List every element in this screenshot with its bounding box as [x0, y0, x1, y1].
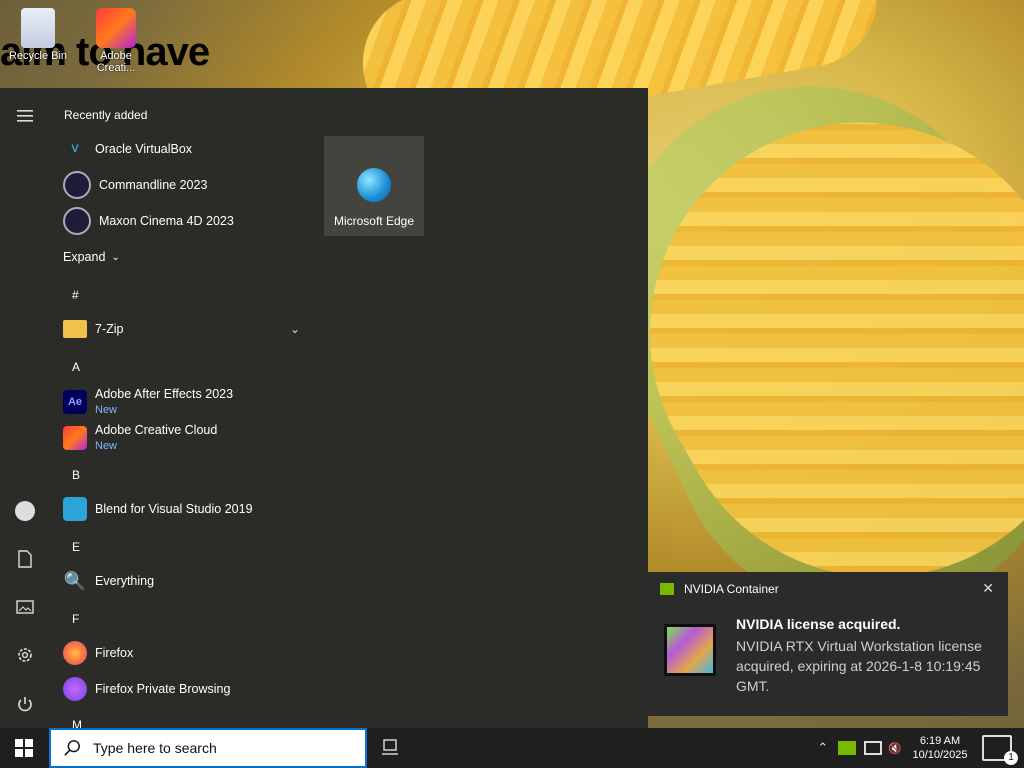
app-item-label: Commandline 2023 — [99, 178, 208, 192]
documents-button[interactable] — [13, 547, 37, 571]
toast-title: NVIDIA license acquired. — [736, 616, 901, 632]
app-item-maxon-cinema-4d-2023[interactable]: Maxon Cinema 4D 2023 — [50, 203, 310, 239]
app-item-label: Oracle VirtualBox — [95, 142, 193, 156]
desktop-icon-label: Recycle Bin — [8, 50, 68, 62]
search-icon — [64, 740, 80, 756]
toast-app-name: NVIDIA Container — [684, 582, 779, 596]
cinema4d-icon — [63, 207, 91, 235]
virtualbox-icon: V — [71, 143, 79, 155]
user-avatar-icon — [15, 501, 35, 521]
app-item-label: 7-Zip — [95, 322, 124, 336]
nvidia-toast-notification[interactable]: NVIDIA Container ✕ NVIDIA license acquir… — [648, 572, 1008, 716]
power-icon — [18, 697, 32, 712]
clock-time: 6:19 AM — [919, 735, 961, 747]
section-letter-hash[interactable]: # — [72, 288, 79, 302]
nvidia-tray-icon[interactable] — [838, 741, 857, 755]
app-item-adobe-creative-cloud[interactable]: Adobe Creative Cloud New — [50, 418, 310, 458]
app-item-label: Firefox Private Browsing — [95, 682, 231, 696]
app-item-blend-for-visual-studio-2019[interactable]: Blend for Visual Studio 2019 — [50, 491, 310, 527]
toast-body: NVIDIA RTX Virtual Workstation license a… — [736, 638, 982, 694]
user-account-button[interactable] — [13, 499, 37, 523]
app-item-label: Adobe Creative Cloud — [95, 423, 218, 437]
desktop-icon-label: Adobe Creati... — [96, 50, 136, 74]
app-item-label: Maxon Cinema 4D 2023 — [99, 214, 234, 228]
network-icon[interactable] — [864, 741, 883, 755]
volume-muted-icon[interactable]: 🔇 — [888, 742, 902, 755]
start-menu: Recently added V Oracle VirtualBox Comma… — [0, 88, 648, 732]
new-badge: New — [95, 404, 118, 416]
edge-icon — [357, 168, 391, 202]
section-letter-b[interactable]: B — [72, 468, 80, 482]
search-placeholder: Type here to search — [93, 740, 217, 756]
nvidia-chip-icon — [664, 624, 716, 676]
app-item-7-zip[interactable]: 7-Zip ⌄ — [50, 311, 300, 347]
start-button[interactable] — [0, 728, 48, 768]
app-item-oracle-virtualbox[interactable]: V Oracle VirtualBox — [50, 131, 310, 167]
start-left-rail — [0, 88, 50, 728]
creative-cloud-icon — [63, 426, 87, 450]
new-badge: New — [95, 440, 118, 452]
expand-label: Expand — [63, 250, 106, 264]
taskbar-search-box[interactable]: Type here to search — [49, 728, 367, 768]
show-hidden-icons-button[interactable]: ⌃ — [817, 740, 828, 756]
system-tray: ⌃ 🔇 6:19 AM 10/10/2025 1 — [817, 728, 1024, 768]
clock[interactable]: 6:19 AM 10/10/2025 — [910, 734, 970, 762]
hamburger-menu-button[interactable] — [13, 104, 37, 128]
notification-count-badge: 1 — [1004, 751, 1018, 765]
adobe-cloud-icon — [96, 8, 136, 48]
power-button[interactable] — [13, 692, 37, 716]
pictures-icon — [16, 600, 34, 614]
app-item-label: Everything — [95, 574, 155, 588]
app-item-adobe-after-effects-2023[interactable]: Ae Adobe After Effects 2023 New — [50, 382, 310, 422]
toast-close-button[interactable]: ✕ — [982, 580, 994, 597]
blend-icon — [63, 497, 87, 521]
settings-button[interactable] — [13, 643, 37, 667]
after-effects-icon: Ae — [63, 390, 87, 414]
clock-date: 10/10/2025 — [912, 749, 968, 761]
tile-microsoft-edge[interactable]: Microsoft Edge — [324, 136, 424, 236]
chevron-down-icon: ⌄ — [111, 251, 120, 263]
pictures-button[interactable] — [13, 595, 37, 619]
toast-header: NVIDIA Container — [660, 582, 779, 596]
taskbar: Type here to search ⌃ 🔇 6:19 AM 10/10/20… — [0, 728, 1024, 768]
app-item-firefox-private-browsing[interactable]: Firefox Private Browsing — [50, 671, 310, 707]
firefox-icon — [63, 641, 87, 665]
gear-icon — [18, 648, 32, 662]
chevron-down-icon[interactable]: ⌄ — [290, 322, 300, 336]
document-icon — [18, 550, 32, 568]
desktop-icon-adobe-creative-cloud[interactable]: Adobe Creati... — [80, 8, 152, 74]
section-letter-e[interactable]: E — [72, 540, 80, 554]
app-item-commandline-2023[interactable]: Commandline 2023 — [50, 167, 310, 203]
task-view-icon — [382, 739, 398, 755]
tile-area: Microsoft Edge — [324, 136, 424, 236]
app-item-firefox[interactable]: Firefox — [50, 635, 310, 671]
cinema4d-icon — [63, 171, 91, 199]
magnifier-icon: 🔍 — [63, 570, 87, 591]
desktop-icon-recycle-bin[interactable]: Recycle Bin — [2, 8, 74, 62]
recycle-bin-icon — [21, 8, 55, 48]
windows-logo-icon — [15, 739, 33, 757]
section-letter-a[interactable]: A — [72, 360, 80, 374]
private-browsing-icon — [63, 677, 87, 701]
recently-added-header: Recently added — [64, 108, 148, 122]
app-list: Recently added V Oracle VirtualBox Comma… — [50, 88, 320, 732]
app-item-everything[interactable]: 🔍 Everything — [50, 563, 310, 599]
app-item-label: Firefox — [95, 646, 134, 660]
section-letter-f[interactable]: F — [72, 612, 79, 626]
action-center-button[interactable]: 1 — [982, 735, 1018, 765]
folder-icon — [63, 320, 87, 338]
app-item-label: Adobe After Effects 2023 — [95, 387, 234, 401]
task-view-button[interactable] — [380, 736, 404, 760]
hamburger-icon — [17, 110, 33, 122]
app-item-label: Blend for Visual Studio 2019 — [95, 502, 253, 516]
tile-label: Microsoft Edge — [333, 214, 415, 228]
nvidia-icon — [660, 583, 674, 595]
expand-recent-button[interactable]: Expand ⌄ — [50, 239, 170, 275]
